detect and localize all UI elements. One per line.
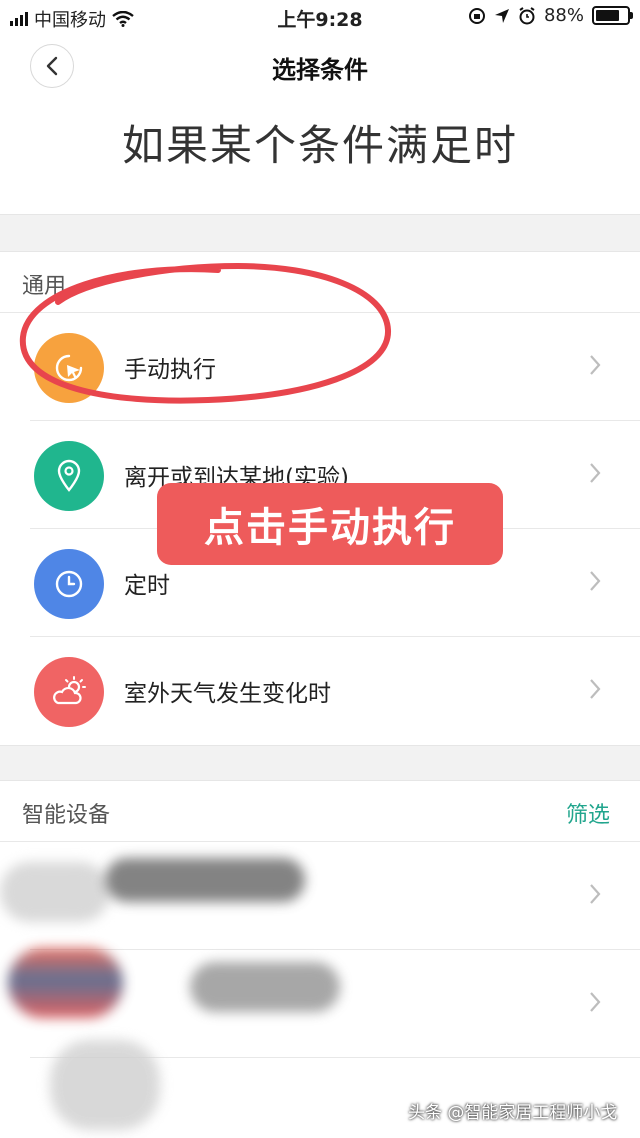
section-separator [0,214,640,252]
chevron-right-icon [590,992,601,1012]
condition-label: 室外天气发生变化时 [124,681,331,707]
location-arrow-icon [494,8,509,23]
redacted-device-name [105,858,305,902]
chevron-right-icon [590,571,601,591]
chevron-right-icon [590,463,601,483]
section-separator [0,745,640,781]
condition-label: 定时 [124,573,170,599]
redacted-device-icon [0,862,110,922]
watermark: 头条 @智能家居工程师小戈 [408,1103,618,1123]
chevron-right-icon [590,679,601,699]
status-right: 88% [468,5,633,26]
condition-item-weather[interactable]: 室外天气发生变化时 [0,637,640,745]
chevron-right-icon [590,355,601,375]
location-pin-icon [34,441,104,511]
alarm-icon [519,6,535,24]
rotation-lock-icon [468,7,485,24]
condition-heading: 如果某个条件满足时 [121,121,518,170]
clock-icon [34,549,104,619]
chevron-right-icon [590,884,601,904]
annotation-circle [19,262,392,404]
status-bar: 中国移动 上午9:28 88% [0,0,640,34]
redacted-device-icon [50,1040,160,1130]
redacted-device-icon [8,948,123,1018]
section-title-devices: 智能设备 [22,803,111,828]
battery-percent: 88% [543,5,584,26]
filter-button[interactable]: 筛选 [566,797,610,829]
battery-icon [592,6,633,25]
redacted-device-name [190,962,340,1012]
weather-icon [34,657,104,727]
page-title: 选择条件 [272,56,368,84]
annotation-callout: 点击手动执行 [157,483,503,565]
